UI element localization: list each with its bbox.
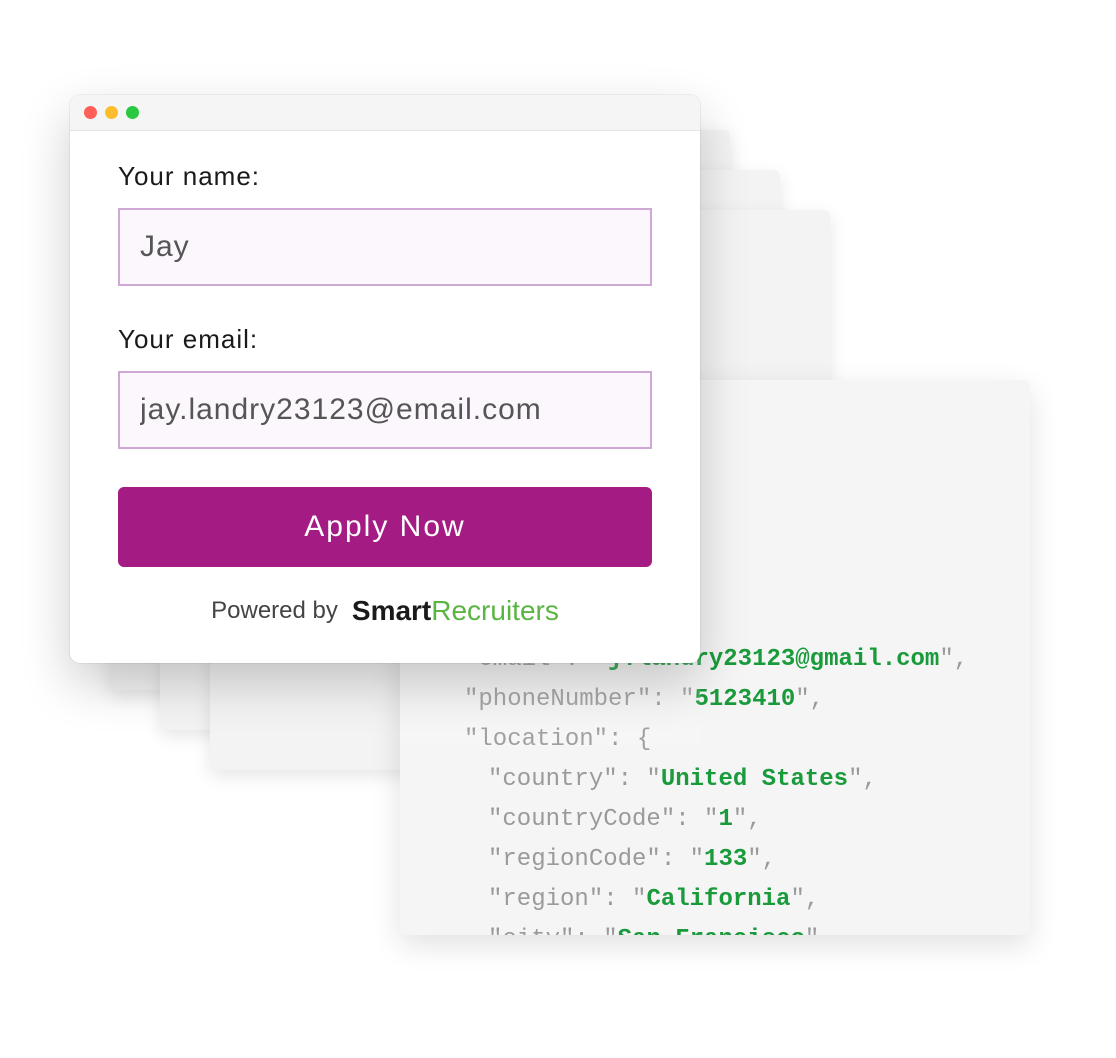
window-minimize-icon[interactable] bbox=[105, 106, 118, 119]
window-zoom-icon[interactable] bbox=[126, 106, 139, 119]
code-line-region: "region": "California", bbox=[440, 880, 990, 920]
code-line-city: "city": "San Francisco", bbox=[440, 920, 990, 935]
code-line-phone: "phoneNumber": "5123410", bbox=[440, 680, 990, 720]
code-line-location: "location": { bbox=[440, 720, 990, 760]
window-titlebar bbox=[70, 95, 700, 131]
email-input[interactable] bbox=[118, 371, 652, 449]
powered-by-label: Powered by bbox=[211, 597, 338, 625]
code-line-country: "country": "United States", bbox=[440, 760, 990, 800]
code-line-regioncode: "regionCode": "133", bbox=[440, 840, 990, 880]
brand-logo: SmartRecruiters bbox=[352, 595, 559, 627]
name-input[interactable] bbox=[118, 208, 652, 286]
powered-by: Powered by SmartRecruiters bbox=[118, 595, 652, 627]
code-line-countrycode: "countryCode": "1", bbox=[440, 800, 990, 840]
form-window: Your name: Your email: Apply Now Powered… bbox=[70, 95, 700, 663]
email-label: Your email: bbox=[118, 324, 652, 355]
window-close-icon[interactable] bbox=[84, 106, 97, 119]
name-label: Your name: bbox=[118, 161, 652, 192]
apply-now-button[interactable]: Apply Now bbox=[118, 487, 652, 567]
